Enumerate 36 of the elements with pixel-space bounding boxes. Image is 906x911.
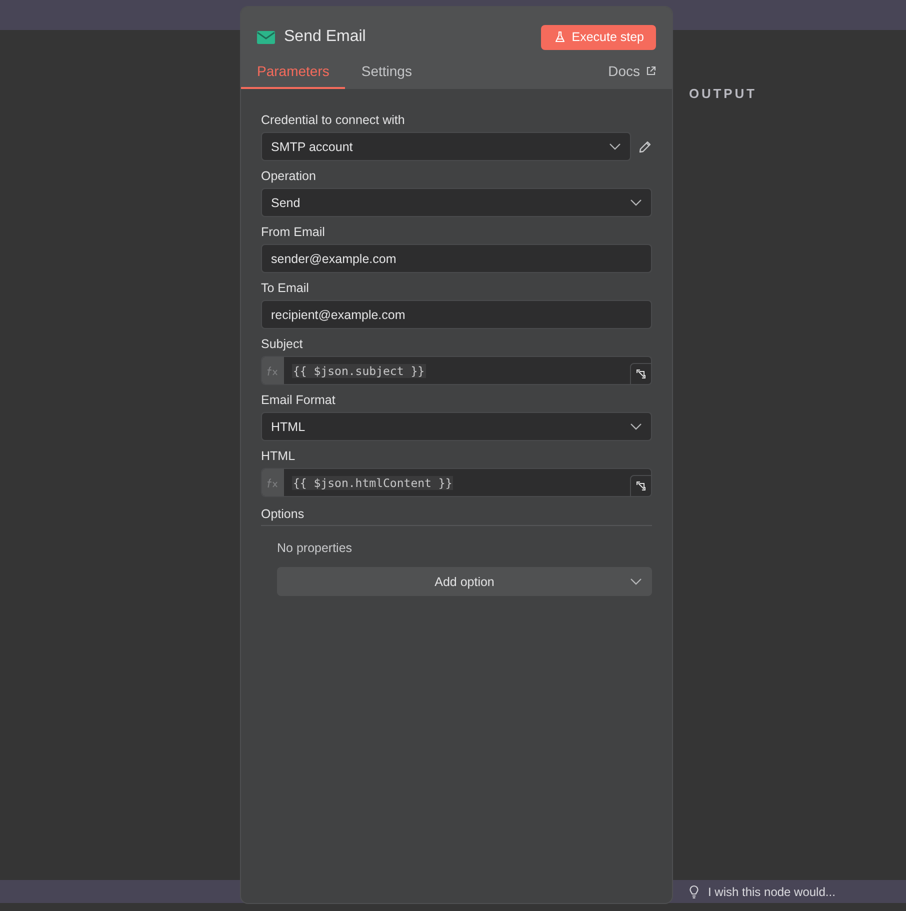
expression-field[interactable]: {{ $json.subject }} <box>261 356 652 385</box>
chevron-down-icon <box>609 143 621 150</box>
expand-icon <box>636 481 646 491</box>
chevron-down-icon <box>630 578 642 585</box>
flask-icon <box>554 31 565 43</box>
envelope-icon <box>257 30 275 44</box>
lightbulb-icon <box>689 884 699 898</box>
expand-icon <box>636 369 646 379</box>
feedback-link[interactable]: I wish this node would... <box>689 884 836 898</box>
expression-field[interactable]: {{ $json.htmlContent }} <box>261 468 652 497</box>
field-label: Credential to connect with <box>261 113 406 129</box>
dropdown[interactable]: Send <box>261 188 652 217</box>
section-heading: Options <box>261 507 652 526</box>
output-heading: OUTPUT <box>689 86 757 101</box>
input-field[interactable]: sender@example.com <box>261 244 652 273</box>
expand-button[interactable] <box>630 363 651 384</box>
add-option-button[interactable]: Add option <box>277 567 652 596</box>
function-icon <box>262 469 284 496</box>
chevron-down-icon <box>630 423 642 430</box>
chevron-down-icon <box>630 199 642 206</box>
input-field[interactable]: recipient@example.com <box>261 300 652 329</box>
function-icon <box>262 357 284 384</box>
field-label: Operation <box>261 169 317 185</box>
field-label: Email Format <box>261 393 336 409</box>
dropdown[interactable]: SMTP account <box>261 132 631 161</box>
panel-title: Send Email <box>284 28 366 46</box>
empty-message: No properties <box>277 541 354 555</box>
external-link-icon <box>646 66 656 76</box>
docs-link[interactable]: Docs <box>608 63 672 89</box>
field-label: To Email <box>261 281 310 297</box>
field-label: HTML <box>261 449 296 465</box>
field-label: Subject <box>261 337 304 353</box>
expand-button[interactable] <box>630 475 651 496</box>
dropdown[interactable]: HTML <box>261 412 652 441</box>
tab[interactable]: Settings <box>345 63 428 89</box>
field-label: From Email <box>261 225 326 241</box>
